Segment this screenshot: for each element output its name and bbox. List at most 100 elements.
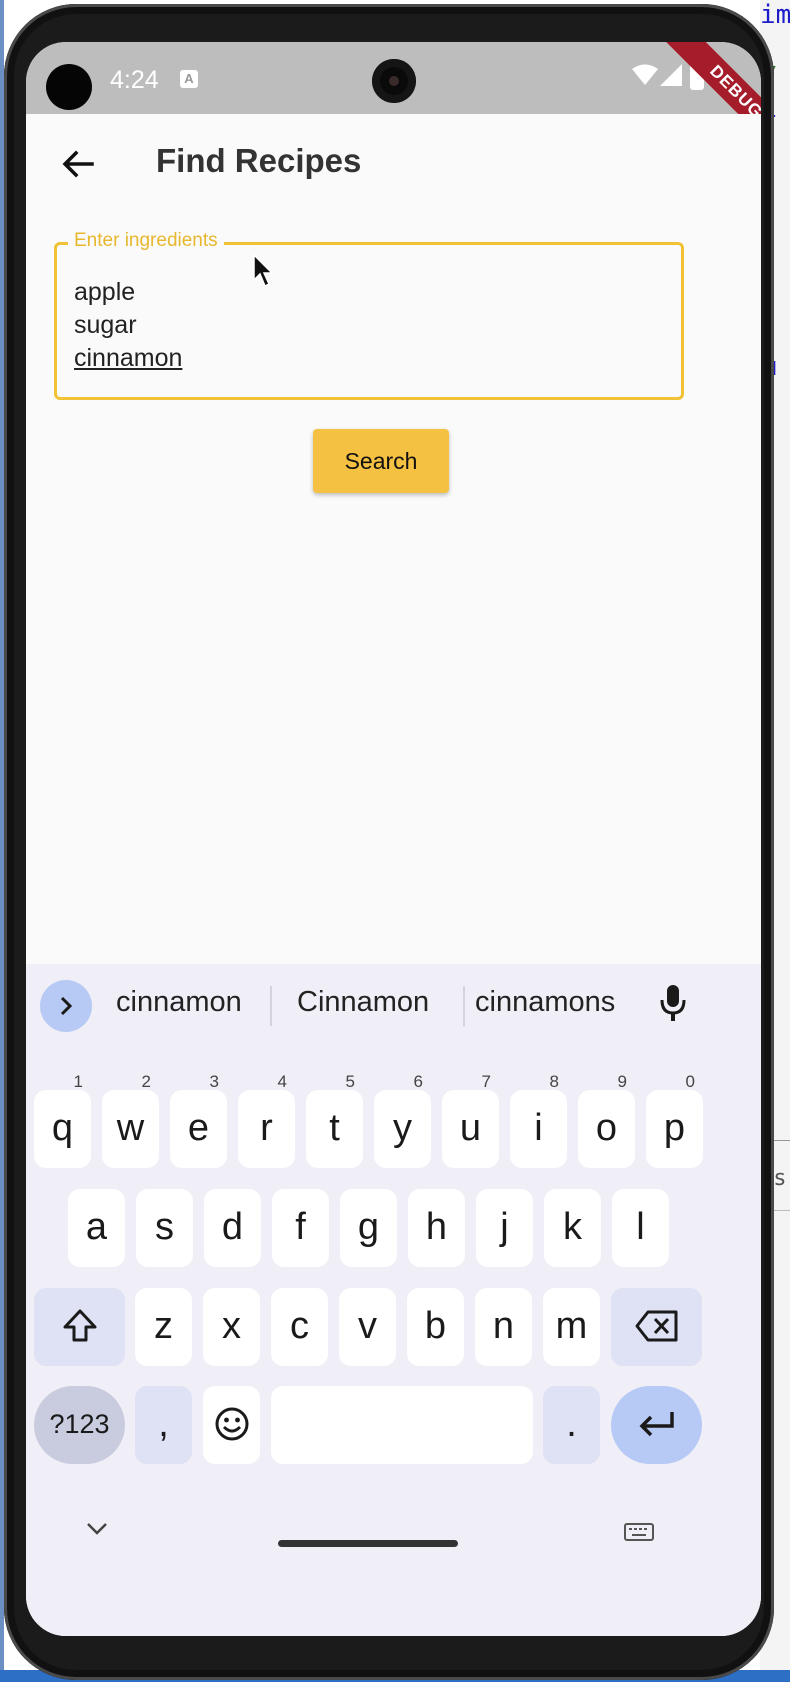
suggestion-item[interactable]: cinnamons — [475, 986, 615, 1019]
key-hint: 5 — [345, 1072, 355, 1091]
key-q[interactable]: q1 — [34, 1072, 91, 1168]
key-s[interactable]: s — [136, 1189, 193, 1267]
ingredients-input-label: Enter ingredients — [68, 230, 224, 252]
page-title: Find Recipes — [156, 142, 362, 179]
suggestion-item[interactable]: Cinnamon — [297, 986, 429, 1019]
key-y[interactable]: y6 — [374, 1072, 431, 1168]
space-key[interactable] — [271, 1386, 533, 1464]
back-arrow-icon[interactable] — [58, 144, 98, 184]
key-label: w — [116, 1107, 145, 1149]
key-t[interactable]: t5 — [306, 1072, 363, 1168]
chevron-right-icon — [60, 996, 73, 1016]
search-button[interactable]: Search — [313, 429, 449, 493]
symbols-key[interactable]: ?123 — [34, 1386, 125, 1464]
soft-keyboard: cinnamon Cinnamon cinnamons ?123 , . q 1… — [26, 964, 761, 1636]
ide-text-fragment: im — [760, 0, 790, 30]
key-hint: 3 — [209, 1072, 219, 1091]
shift-key[interactable] — [34, 1288, 125, 1366]
key-label: v — [358, 1305, 377, 1347]
key-j[interactable]: j — [476, 1189, 533, 1267]
key-w[interactable]: w2 — [102, 1072, 159, 1168]
key-label: i — [534, 1107, 543, 1149]
key-label: c — [290, 1305, 309, 1347]
key-label: b — [424, 1305, 447, 1347]
key-label: l — [636, 1206, 645, 1248]
enter-key[interactable] — [611, 1386, 702, 1464]
key-label: p — [663, 1107, 686, 1149]
key-label: e — [187, 1107, 210, 1149]
emoji-key[interactable] — [203, 1386, 260, 1464]
key-d[interactable]: d — [204, 1189, 261, 1267]
key-label: m — [555, 1305, 588, 1347]
wifi-icon — [632, 64, 658, 85]
shift-arrow-icon — [63, 1309, 96, 1342]
front-camera — [372, 59, 416, 103]
hide-keyboard-chevron-icon[interactable] — [86, 1522, 108, 1536]
key-z[interactable]: z — [135, 1288, 192, 1366]
key-hint: 2 — [141, 1072, 151, 1091]
phone-frame: 4:24 A DEBUG Find Recipes Enter ingredie… — [4, 4, 774, 1680]
key-label: o — [595, 1107, 618, 1149]
key-label: n — [492, 1305, 515, 1347]
key-hint: 0 — [685, 1072, 695, 1091]
mouse-pointer-icon — [253, 254, 274, 288]
key-g[interactable]: g — [340, 1189, 397, 1267]
backspace-key[interactable] — [611, 1288, 702, 1366]
key-hint: 7 — [481, 1072, 491, 1091]
period-key[interactable]: . — [543, 1386, 600, 1464]
key-label: d — [221, 1206, 244, 1248]
app-bar: Find Recipes — [26, 114, 761, 226]
key-v[interactable]: v — [339, 1288, 396, 1366]
emoji-icon — [215, 1407, 248, 1441]
key-label: h — [425, 1206, 448, 1248]
key-m[interactable]: m — [543, 1288, 600, 1366]
key-a[interactable]: a — [68, 1189, 125, 1267]
key-label: u — [459, 1107, 482, 1149]
suggestion-divider — [270, 986, 272, 1026]
signal-icon — [660, 64, 682, 86]
home-indicator[interactable] — [278, 1540, 458, 1547]
key-label: t — [329, 1107, 340, 1149]
suggestion-item[interactable]: cinnamon — [116, 986, 242, 1019]
key-hint: 9 — [617, 1072, 627, 1091]
key-k[interactable]: k — [544, 1189, 601, 1267]
key-p[interactable]: p0 — [646, 1072, 703, 1168]
key-hint: 8 — [549, 1072, 559, 1091]
key-u[interactable]: u7 — [442, 1072, 499, 1168]
microphone-icon[interactable] — [660, 984, 686, 1022]
enter-arrow-icon — [639, 1412, 674, 1437]
suggestion-divider — [463, 986, 465, 1026]
ingredient-line: apple — [74, 278, 136, 306]
key-c[interactable]: c — [271, 1288, 328, 1366]
key-hint: 4 — [277, 1072, 287, 1091]
key-h[interactable]: h — [408, 1189, 465, 1267]
key-label: s — [155, 1206, 174, 1248]
key-f[interactable]: f — [272, 1189, 329, 1267]
comma-key[interactable]: , — [135, 1386, 192, 1464]
ingredients-input-text[interactable]: apple sugar cinnamon — [74, 276, 182, 375]
status-bar: 4:24 A DEBUG — [26, 42, 761, 180]
key-e[interactable]: e3 — [170, 1072, 227, 1168]
key-n[interactable]: n — [475, 1288, 532, 1366]
suggestion-strip: cinnamon Cinnamon cinnamons — [26, 964, 761, 1048]
ingredient-line: sugar — [74, 311, 137, 339]
key-x[interactable]: x — [203, 1288, 260, 1366]
phone-screen: 4:24 A DEBUG Find Recipes Enter ingredie… — [26, 42, 761, 1636]
keyboard-switch-icon[interactable] — [624, 1522, 654, 1542]
key-label: g — [357, 1206, 380, 1248]
key-label: a — [85, 1206, 108, 1248]
key-b[interactable]: b — [407, 1288, 464, 1366]
notification-a-icon: A — [180, 70, 198, 88]
key-r[interactable]: r4 — [238, 1072, 295, 1168]
camera-hole — [46, 64, 92, 110]
key-label: r — [260, 1107, 273, 1149]
status-time: 4:24 — [110, 66, 159, 94]
key-label: z — [154, 1305, 173, 1347]
key-label: k — [563, 1206, 582, 1248]
key-label: y — [393, 1107, 412, 1149]
expand-toolbar-button[interactable] — [40, 980, 92, 1032]
key-i[interactable]: i8 — [510, 1072, 567, 1168]
key-label: q — [51, 1107, 74, 1149]
key-o[interactable]: o9 — [578, 1072, 635, 1168]
key-l[interactable]: l — [612, 1189, 669, 1267]
